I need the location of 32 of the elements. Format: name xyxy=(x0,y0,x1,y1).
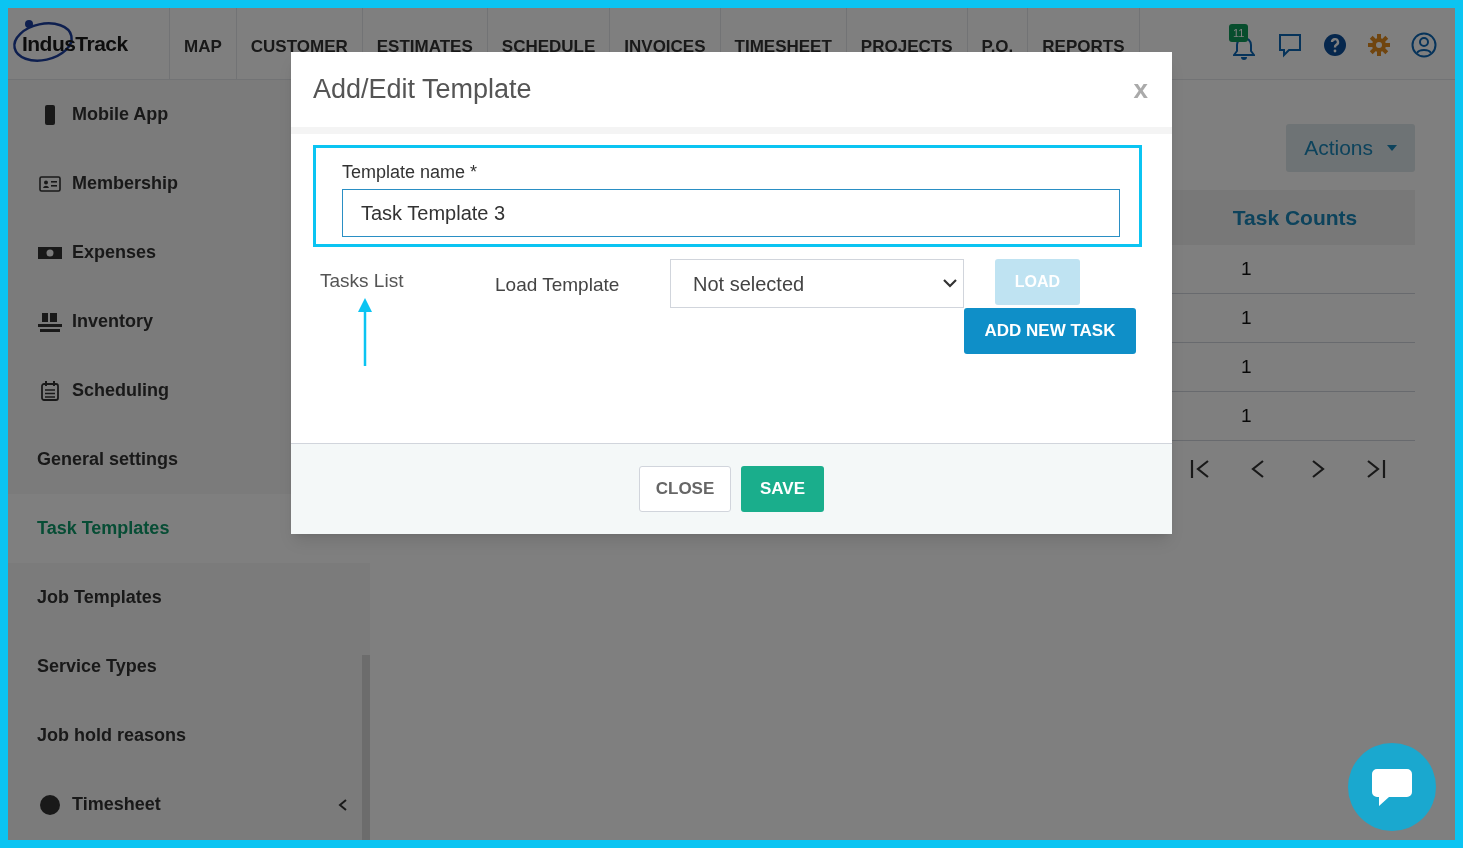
template-select[interactable]: Not selected xyxy=(670,259,964,308)
id-card-icon xyxy=(39,175,61,192)
field-label: Load Template xyxy=(495,273,621,297)
chevron-icon xyxy=(943,279,957,288)
column-header[interactable]: Task Counts xyxy=(1175,190,1415,245)
add-task-button[interactable]: ADD NEW TASK xyxy=(964,308,1136,354)
field-label: Template name * xyxy=(342,161,479,184)
money-icon xyxy=(38,244,62,261)
help-icon[interactable] xyxy=(1323,32,1347,57)
phone-icon xyxy=(43,104,57,125)
table-cell-text: 1 xyxy=(1240,403,1253,428)
table-cell-text: 1 xyxy=(1240,354,1253,379)
table-cell-text: 1 xyxy=(1240,305,1253,330)
annotation-arrow xyxy=(358,297,372,366)
settings-icon[interactable] xyxy=(1367,32,1391,57)
sidebar-item[interactable]: Scheduling xyxy=(8,356,370,425)
notification-badge: 11 xyxy=(1229,23,1249,42)
table-cell-text: 1 xyxy=(1240,256,1253,281)
nav-link[interactable]: MAP xyxy=(170,8,237,79)
info-icon xyxy=(40,794,60,815)
sidebar-item[interactable]: Job Templates xyxy=(8,563,370,632)
actions-button[interactable]: Actions xyxy=(1286,124,1415,172)
save-button[interactable]: SAVE xyxy=(741,466,824,512)
pallet-icon xyxy=(38,311,62,332)
caret-icon xyxy=(1387,145,1397,151)
template-name-field[interactable]: Task Template 3 xyxy=(342,189,1120,237)
close-button[interactable]: CLOSE xyxy=(639,466,731,512)
chevron-icon xyxy=(338,797,348,812)
calendar-icon xyxy=(41,380,59,401)
chat-icon[interactable] xyxy=(1277,31,1303,58)
user-icon[interactable] xyxy=(1411,31,1437,58)
scrollbar[interactable] xyxy=(362,655,370,840)
